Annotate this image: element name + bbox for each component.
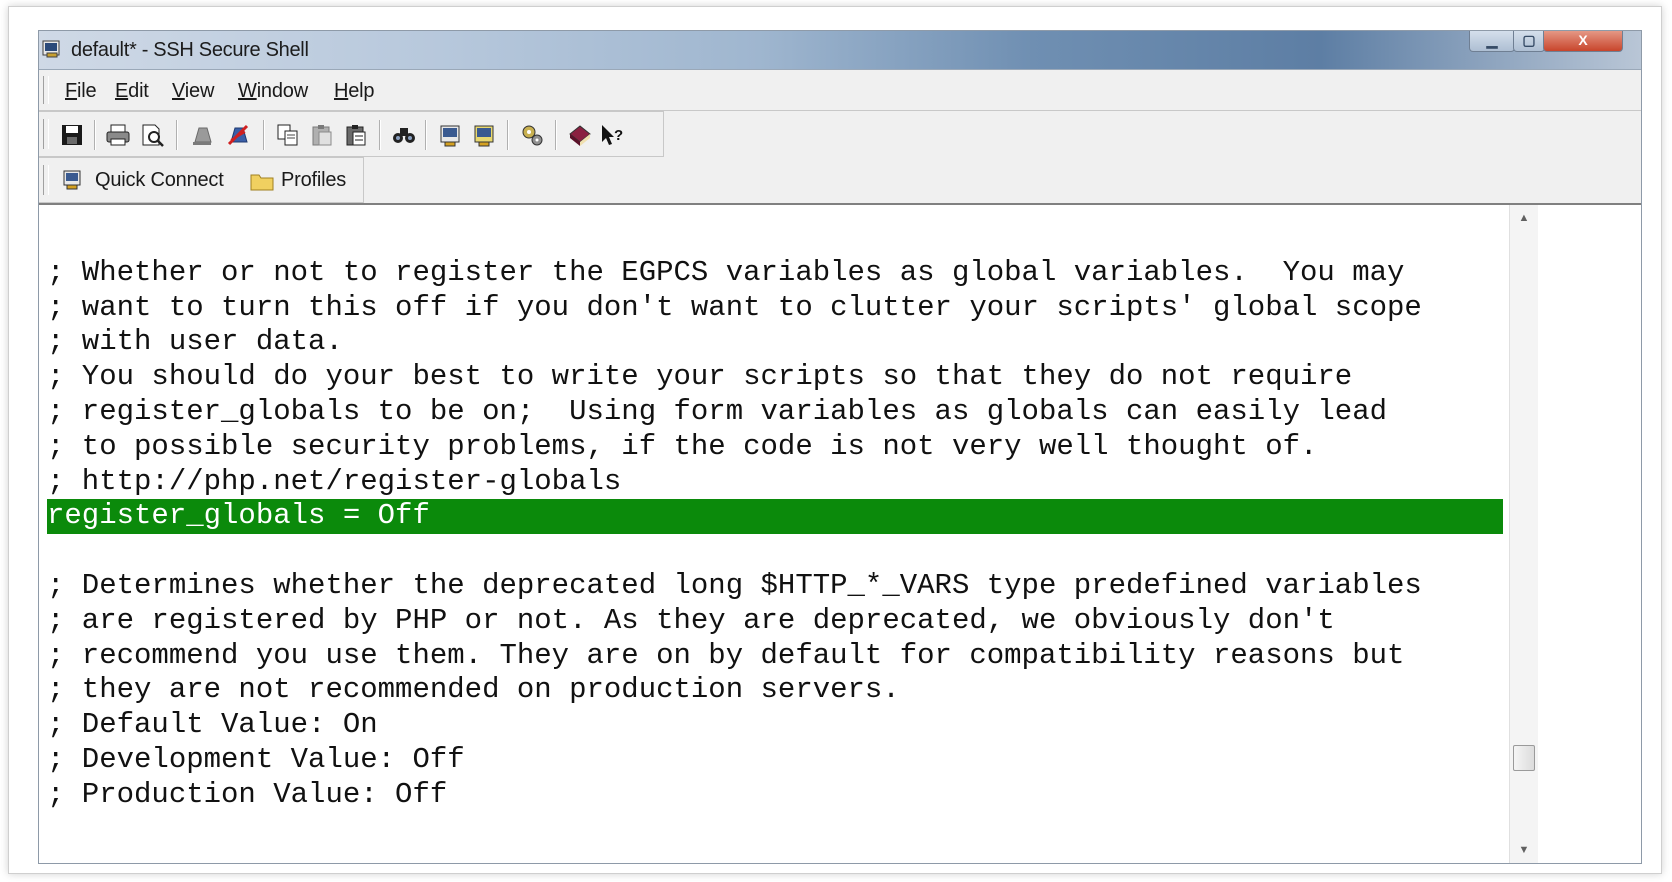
terminal-line: ; recommend you use them. They are on by… [47,638,1405,672]
maximize-icon: ▢ [1522,31,1536,48]
toolbar-separator [555,120,557,150]
find-icon[interactable] [391,122,417,148]
close-button[interactable]: X [1543,31,1623,52]
save-icon[interactable] [59,122,85,148]
menu-file[interactable]: File [65,80,97,103]
scroll-thumb[interactable] [1513,745,1535,771]
scroll-down-icon[interactable]: ▼ [1510,839,1538,861]
terminal-line: ; Determines whether the deprecated long… [47,568,1422,602]
terminal-area[interactable]: ; Whether or not to register the EGPCS v… [39,203,1641,863]
print-icon[interactable] [105,122,131,148]
maximize-button[interactable]: ▢ [1513,31,1545,52]
whats-this-icon[interactable]: ? [599,122,625,148]
menu-bar: File Edit View Window Help [39,70,1641,111]
menu-window[interactable]: Window [238,80,308,103]
toolbar-grip[interactable] [43,119,49,149]
settings-icon[interactable] [437,122,463,148]
main-toolbar: ? [39,111,664,157]
terminal-line: ; are registered by PHP or not. As they … [47,603,1335,637]
ssh-app-icon [42,40,60,58]
print-preview-icon[interactable] [139,122,165,148]
terminal-line: ; they are not recommended on production… [47,673,900,707]
vertical-scrollbar[interactable]: ▲ ▼ [1509,205,1538,863]
terminal-line: ; You should do your best to write your … [47,360,1353,394]
paste-special-icon[interactable] [343,122,369,148]
terminal-line: ; Development Value: Off [47,742,465,776]
toolbar-separator [425,120,427,150]
title-bar[interactable]: default* - SSH Secure Shell ▁ ▢ X [39,31,1641,70]
toolbar-separator [507,120,509,150]
quick-connect-label: Quick Connect [95,169,224,191]
terminal-line: ; Production Value: Off [47,777,448,811]
menubar-grip[interactable] [43,76,49,104]
folder-icon [250,174,274,191]
terminal-line: ; Default Value: On [47,708,378,742]
toolbar-grip[interactable] [43,165,49,195]
window-title: default* - SSH Secure Shell [71,39,309,61]
toolbar-separator [379,120,381,150]
svg-text:?: ? [614,127,623,144]
menu-help[interactable]: Help [334,80,375,103]
menu-view[interactable]: View [172,80,214,103]
help-book-icon[interactable] [567,122,593,148]
quick-connect-button[interactable]: Quick Connect [57,158,235,202]
profiles-button[interactable]: Profiles [245,158,357,202]
profiles-label: Profiles [281,169,347,191]
terminal-line: ; Whether or not to register the EGPCS v… [47,255,1405,289]
scroll-up-icon[interactable]: ▲ [1510,207,1538,229]
highlighted-config-line: register_globals = Off [47,499,1503,535]
terminal-text: ; Whether or not to register the EGPCS v… [47,221,1507,813]
minimize-button[interactable]: ▁ [1469,31,1515,52]
paste-icon[interactable] [309,122,335,148]
sftp-icon[interactable] [519,122,545,148]
terminal-line: ; http://php.net/register-globals [47,464,622,498]
terminal-line: ; want to turn this off if you don't wan… [47,290,1422,324]
toolbar-separator [94,120,96,150]
terminal-line: ; to possible security problems, if the … [47,429,1318,463]
terminal-line: ; register_globals to be on; Using form … [47,394,1388,428]
close-icon: X [1578,32,1588,48]
menu-edit[interactable]: Edit [115,80,149,103]
ssh-client-window: default* - SSH Secure Shell ▁ ▢ X File E… [38,30,1642,864]
connect-icon[interactable] [225,122,251,148]
terminal-line: ; with user data. [47,325,343,359]
disconnect-icon[interactable] [189,122,215,148]
copy-icon[interactable] [275,122,301,148]
toolbar-separator [176,120,178,150]
settings-save-icon[interactable] [471,122,497,148]
minimize-icon: ▁ [1486,31,1498,48]
connect-toolbar: Quick Connect Profiles [39,157,364,203]
toolbar-separator [263,120,265,150]
quick-connect-icon [63,170,81,190]
